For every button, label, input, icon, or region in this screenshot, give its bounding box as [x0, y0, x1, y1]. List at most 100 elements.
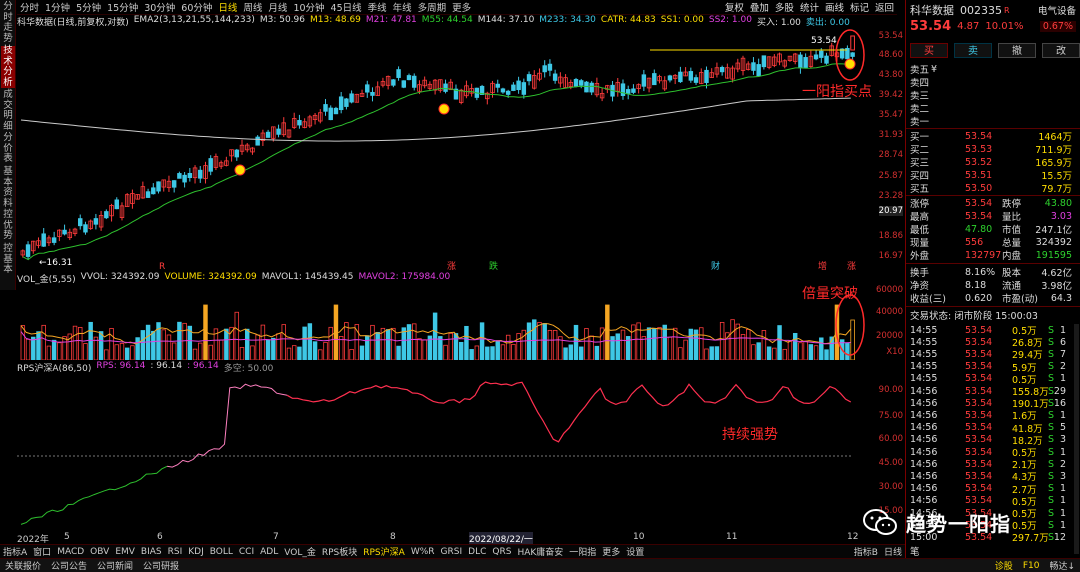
indicator-tab[interactable]: MACD — [54, 547, 87, 557]
stat-value: 4.62亿 — [1041, 268, 1072, 279]
period-toolbar: 分时 1分钟 5分钟 15分钟 30分钟 60分钟 日线 周线 月线 10分钟 … — [17, 0, 897, 15]
volume-bar — [36, 331, 41, 360]
volume-bar — [41, 324, 46, 360]
event-marker: 涨 — [447, 261, 456, 272]
indicator-b-tab[interactable]: 指标B — [851, 545, 881, 558]
diagnose-link[interactable]: 诊股 — [990, 559, 1018, 572]
volume-bar — [620, 329, 626, 360]
period-tab[interactable]: 分时 — [17, 0, 42, 14]
candle — [365, 84, 370, 93]
volume-bar — [438, 336, 443, 360]
indicator-tab-active[interactable]: RPS沪深A — [360, 545, 408, 558]
candle — [370, 91, 375, 96]
nav-tab-advantage[interactable]: 控优势 — [1, 209, 15, 242]
indicator-tab[interactable]: W%R — [408, 547, 438, 557]
period-tab[interactable]: 周线 — [240, 0, 265, 14]
period-tab-active[interactable]: 日线 — [215, 0, 240, 14]
f10-link[interactable]: F10 — [1018, 561, 1045, 571]
status-tab[interactable]: 关联报价 — [0, 559, 46, 572]
candle — [443, 83, 448, 92]
period-tab[interactable]: 季线 — [365, 0, 390, 14]
nav-tab-timeshare[interactable]: 分时走势 — [1, 1, 15, 44]
candle — [667, 75, 673, 81]
tool-draw-button[interactable]: 画线 — [822, 0, 847, 14]
period-tab[interactable]: 1分钟 — [42, 0, 73, 14]
tick-time: 14:56 — [910, 446, 938, 458]
status-tab[interactable]: 公司公告 — [46, 559, 92, 572]
indicator-tab[interactable]: BOLL — [207, 547, 236, 557]
indicator-tab[interactable]: DLC — [465, 547, 489, 557]
status-tab[interactable]: 公司新闻 — [92, 559, 138, 572]
fast-link[interactable]: 畅达↓ — [1044, 559, 1080, 572]
period-tab[interactable]: 10分钟 — [290, 0, 327, 14]
indicator-tab[interactable]: RPS板块 — [319, 545, 360, 558]
indicator-tab[interactable]: OBV — [87, 547, 112, 557]
period-tab[interactable]: 月线 — [265, 0, 290, 14]
indicator-tab[interactable]: 指标A — [0, 545, 30, 558]
volume-chart[interactable] — [17, 285, 875, 360]
volume-bar — [31, 336, 36, 360]
volume-bar — [511, 343, 516, 360]
tool-stats-button[interactable]: 统计 — [797, 0, 822, 14]
period-tab[interactable]: 45日线 — [328, 0, 365, 14]
period-tab[interactable]: 年线 — [390, 0, 415, 14]
period-tab[interactable]: 30分钟 — [141, 0, 178, 14]
indicator-tab[interactable]: VOL_金 — [281, 545, 319, 558]
indicator-tab[interactable]: 设置 — [623, 545, 647, 558]
tick-price: 53.54 — [965, 470, 993, 482]
modify-button[interactable]: 改 — [1042, 43, 1080, 58]
indicator-tab[interactable]: HAK庸奋安 — [514, 545, 566, 558]
volume-bar — [281, 324, 286, 360]
nav-tab-deals[interactable]: 成交明细 — [1, 89, 15, 132]
low-price-label: ←16.31 — [39, 258, 72, 268]
period-tab-more[interactable]: 更多 — [449, 0, 474, 14]
candle — [719, 66, 725, 73]
volume-bar — [182, 322, 187, 360]
indicator-tab[interactable]: BIAS — [138, 547, 165, 557]
rps-chart[interactable] — [17, 374, 875, 532]
tool-overlay-button[interactable]: 叠加 — [747, 0, 772, 14]
volume-bar — [417, 338, 422, 360]
volume-bar — [782, 348, 787, 360]
price-chart[interactable]: 53.54 ←16.31 R 涨 跌 财 增 涨 — [17, 28, 875, 272]
nav-tab-technical[interactable]: 技术分析 — [1, 45, 15, 88]
indicator-tab[interactable]: RSI — [165, 547, 186, 557]
indicator-tab[interactable]: QRS — [489, 547, 514, 557]
stat-value: 8.16% — [965, 266, 996, 278]
indicator-tab[interactable]: 一阳指 — [566, 545, 599, 558]
indicator-period-tab[interactable]: 日线 — [881, 545, 905, 558]
period-tab[interactable]: 15分钟 — [104, 0, 141, 14]
tick-side: S — [1048, 409, 1055, 421]
period-tab[interactable]: 5分钟 — [73, 0, 104, 14]
bid-volume: 711.9万 — [1035, 145, 1072, 156]
indicator-tab[interactable]: GRSI — [438, 547, 466, 557]
indicator-tab[interactable]: 窗口 — [30, 545, 54, 558]
tool-back-button[interactable]: 返回 — [872, 0, 897, 14]
period-tab[interactable]: 多周期 — [415, 0, 450, 14]
indicator-tab[interactable]: ADL — [257, 547, 281, 557]
sector-name[interactable]: 电气设备 — [1038, 3, 1076, 17]
nav-tab-fundamentals[interactable]: 基本资料 — [1, 166, 15, 209]
indicator-tab[interactable]: CCI — [236, 547, 257, 557]
tick-price: 53.54 — [965, 385, 993, 397]
indicator-tab[interactable]: EMV — [112, 547, 138, 557]
current-axis-tag: 20.97 — [878, 206, 903, 216]
nav-tab-basic[interactable]: 控基本 — [1, 243, 15, 276]
ma13-line — [22, 63, 853, 261]
cancel-button[interactable]: 撤 — [998, 43, 1036, 58]
candle — [798, 54, 803, 69]
indicator-tab[interactable]: KDJ — [185, 547, 207, 557]
stat-label: 收益(三) — [910, 294, 946, 305]
volume-bar — [344, 322, 349, 360]
tool-multi-button[interactable]: 多股 — [772, 0, 797, 14]
period-tab[interactable]: 60分钟 — [178, 0, 215, 14]
indicator-tab[interactable]: 更多 — [599, 545, 623, 558]
tool-mark-button[interactable]: 标记 — [847, 0, 872, 14]
sell-button[interactable]: 卖 — [954, 43, 992, 58]
buy-button[interactable]: 买 — [910, 43, 948, 58]
tool-restore-button[interactable]: 复权 — [722, 0, 747, 14]
status-tab[interactable]: 公司研报 — [138, 559, 184, 572]
price-tick: 48.60 — [878, 50, 903, 60]
nav-tab-price-table[interactable]: 分价表 — [1, 132, 15, 165]
stat-label: 涨停 — [910, 199, 930, 210]
